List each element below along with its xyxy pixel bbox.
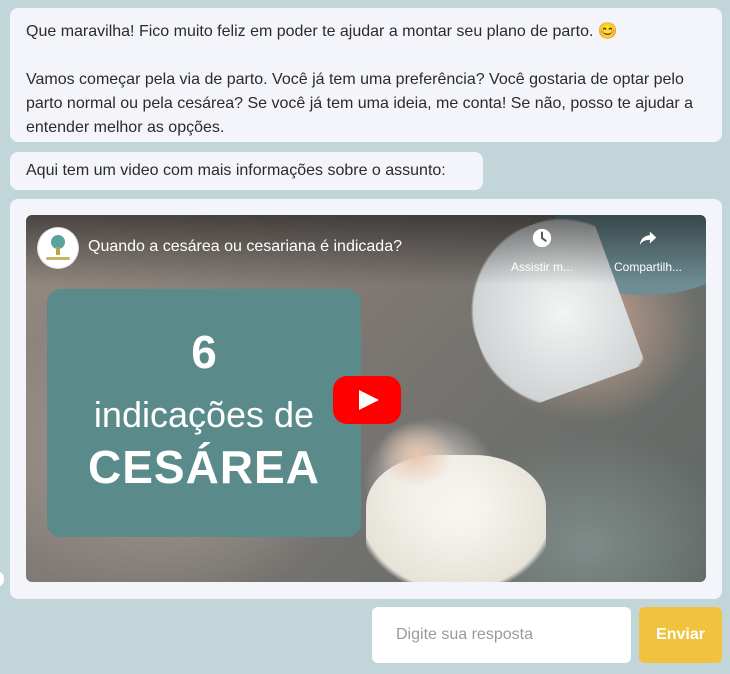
thumbnail-title: CESÁREA <box>88 441 320 493</box>
message-paragraph: Vamos começar pela via de parto. Você já… <box>26 71 694 136</box>
watch-later-button[interactable]: Assistir m... <box>501 227 583 279</box>
newborn-image <box>356 405 506 545</box>
video-title[interactable]: Quando a cesárea ou cesariana é indicada… <box>88 237 402 257</box>
bot-message-video: 6 indicações de CESÁREA Quando a cesárea… <box>10 199 722 599</box>
clock-icon <box>532 228 552 248</box>
send-button[interactable]: Enviar <box>639 607 722 663</box>
video-thumbnail-panel: 6 indicações de CESÁREA <box>47 289 361 537</box>
watch-later-label: Assistir m... <box>511 260 573 274</box>
message-paragraph: Que maravilha! Fico muito feliz em poder… <box>26 23 618 40</box>
side-tab-edge <box>0 572 4 586</box>
thumbnail-number: 6 <box>191 326 217 378</box>
message-text: Aqui tem um video com mais informações s… <box>26 162 446 179</box>
youtube-play-icon[interactable] <box>333 376 401 424</box>
thumbnail-subtitle: indicações de <box>93 394 315 435</box>
bot-message-intro: Que maravilha! Fico muito feliz em poder… <box>10 8 722 142</box>
answer-input[interactable] <box>372 607 631 663</box>
channel-logo-icon[interactable] <box>38 228 78 268</box>
video-header: Quando a cesárea ou cesariana é indicada… <box>26 215 706 274</box>
share-label: Compartilh... <box>613 260 683 274</box>
youtube-video-embed[interactable]: 6 indicações de CESÁREA Quando a cesárea… <box>26 215 706 582</box>
bot-message-video-intro: Aqui tem um video com mais informações s… <box>10 152 483 190</box>
share-button[interactable]: Compartilh... <box>603 227 693 279</box>
share-arrow-icon <box>639 231 657 246</box>
